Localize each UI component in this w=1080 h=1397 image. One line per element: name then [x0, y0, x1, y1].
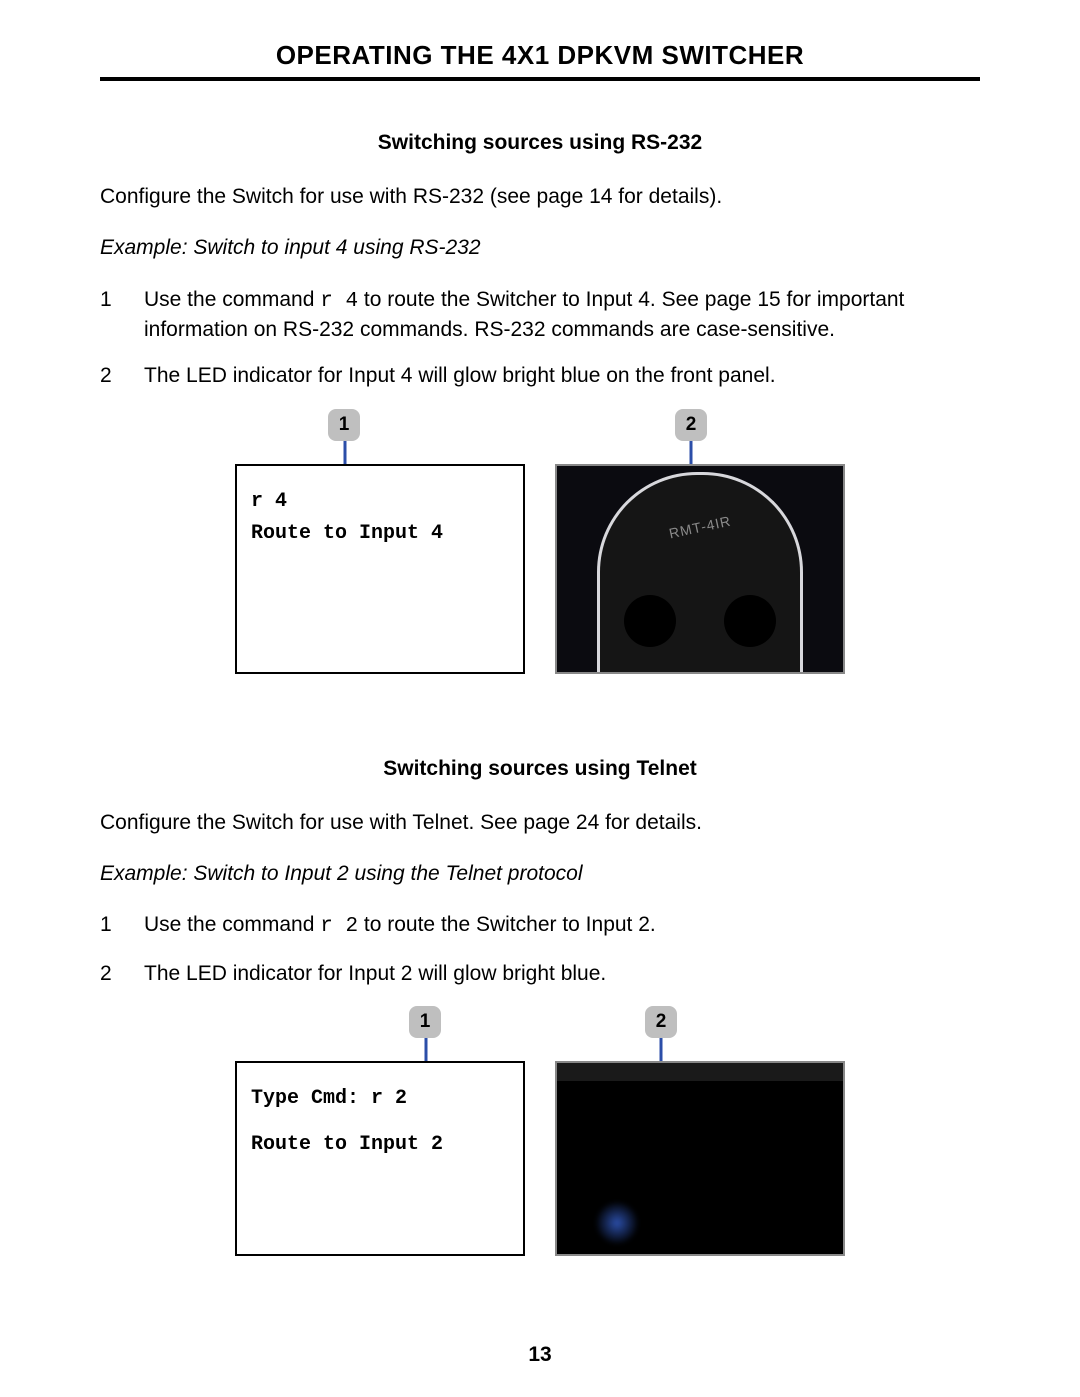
page-header: OPERATING THE 4X1 DPKVM SWITCHER	[100, 40, 980, 81]
section-title-rs232: Switching sources using RS-232	[100, 131, 980, 155]
remote-label: RMT-4IR	[668, 512, 733, 541]
callout-badge-2: 2	[675, 409, 707, 441]
step-text: Use the command r 4 to route the Switche…	[144, 286, 980, 345]
command-code: r 4	[320, 290, 358, 313]
callout-badge-1: 1	[328, 409, 360, 441]
terminal-line: r 4	[251, 486, 509, 518]
rs232-intro: Configure the Switch for use with RS-232…	[100, 183, 980, 210]
telnet-step-2: 2 The LED indicator for Input 2 will glo…	[100, 960, 980, 988]
rs232-step-2: 2 The LED indicator for Input 4 will glo…	[100, 362, 980, 390]
led-glow-icon	[595, 1201, 639, 1245]
rs232-figure: 1 2 r 4 Route to Input 4 RMT-4IR	[145, 409, 935, 689]
terminal-box: Type Cmd: r 2 Route to Input 2	[235, 1061, 525, 1256]
page-number: 13	[0, 1343, 1080, 1367]
device-photo	[555, 1061, 845, 1256]
step-text: Use the command r 2 to route the Switche…	[144, 911, 980, 941]
callout-badge-1: 1	[409, 1006, 441, 1038]
step-number: 2	[100, 362, 144, 390]
telnet-intro: Configure the Switch for use with Telnet…	[100, 809, 980, 836]
command-code: r 2	[320, 915, 358, 938]
step-number: 1	[100, 286, 144, 345]
telnet-example: Example: Switch to Input 2 using the Tel…	[100, 860, 980, 887]
step-number: 1	[100, 911, 144, 941]
step-number: 2	[100, 960, 144, 988]
telnet-figure: 1 2 Type Cmd: r 2 Route to Input 2	[145, 1006, 935, 1276]
terminal-line: Route to Input 4	[251, 518, 509, 550]
section-title-telnet: Switching sources using Telnet	[100, 757, 980, 781]
terminal-box: r 4 Route to Input 4	[235, 464, 525, 674]
rs232-example: Example: Switch to input 4 using RS-232	[100, 234, 980, 261]
remote-icon: RMT-4IR	[597, 472, 803, 674]
page: OPERATING THE 4X1 DPKVM SWITCHER Switchi…	[0, 0, 1080, 1397]
terminal-line: Type Cmd: r 2	[251, 1083, 509, 1115]
device-photo: RMT-4IR	[555, 464, 845, 674]
step-text: The LED indicator for Input 2 will glow …	[144, 960, 980, 988]
rs232-step-1: 1 Use the command r 4 to route the Switc…	[100, 286, 980, 345]
telnet-step-1: 1 Use the command r 2 to route the Switc…	[100, 911, 980, 941]
callout-badge-2: 2	[645, 1006, 677, 1038]
terminal-line: Route to Input 2	[251, 1129, 509, 1161]
step-text: The LED indicator for Input 4 will glow …	[144, 362, 980, 390]
